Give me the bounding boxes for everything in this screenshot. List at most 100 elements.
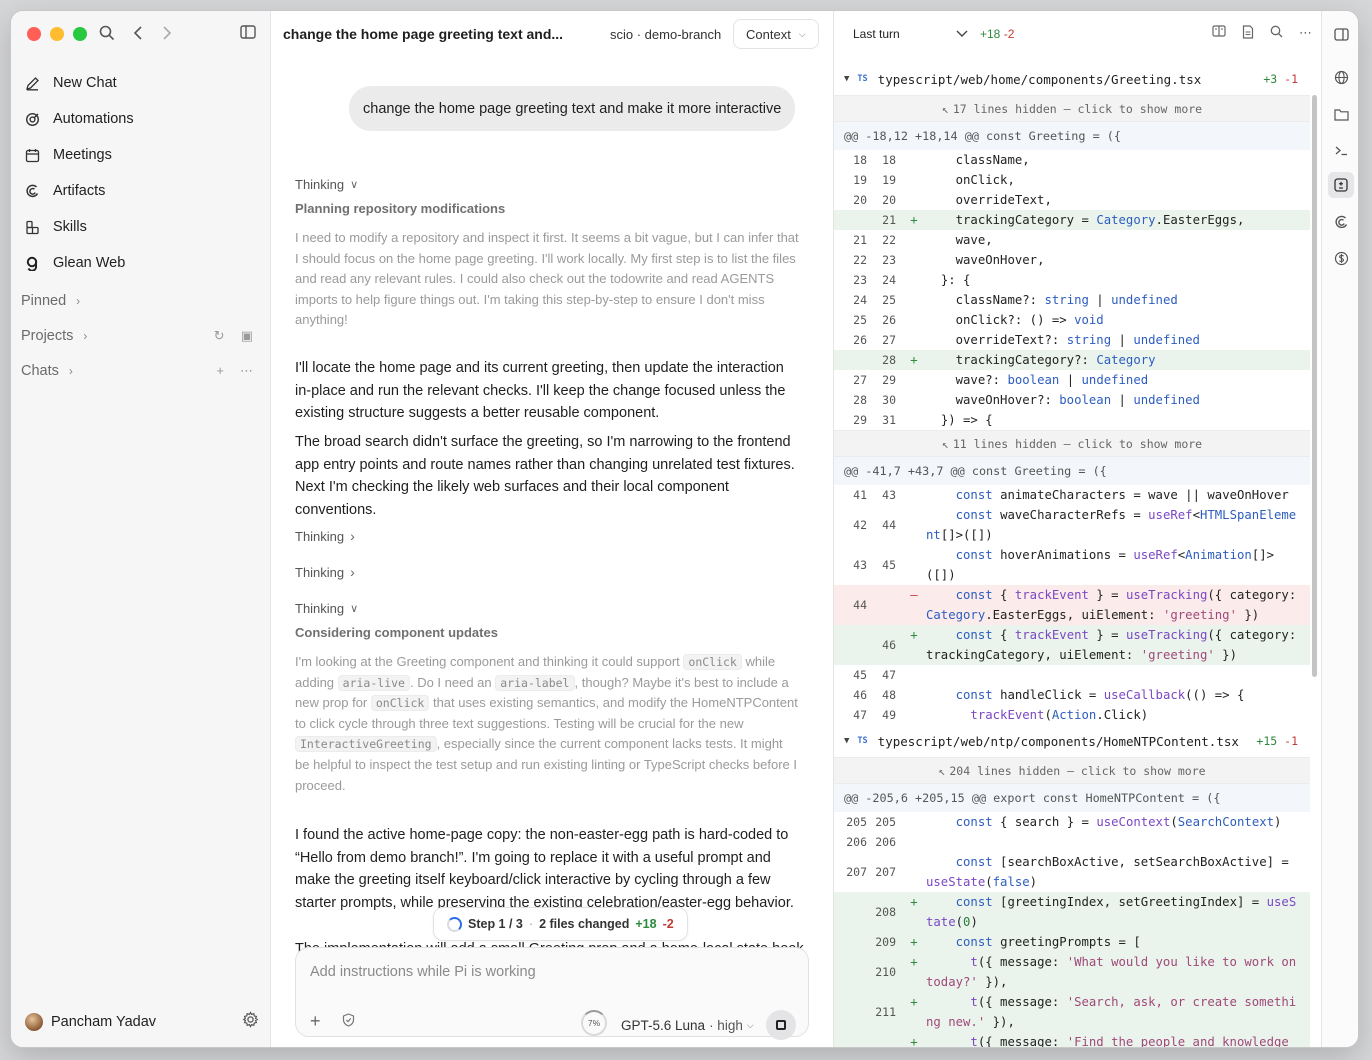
thinking-block: Thinking ›: [295, 564, 800, 580]
lines-removed: -2: [662, 917, 674, 931]
diff-sign: [902, 705, 926, 725]
dollar-icon[interactable]: [1330, 247, 1352, 269]
thinking-label: Thinking: [295, 528, 345, 544]
sidebar-item-artifacts[interactable]: Artifacts: [11, 173, 271, 209]
terminal-icon[interactable]: [1330, 139, 1352, 161]
diff-sign: +: [910, 935, 918, 949]
sidebar-item-new-chat[interactable]: New Chat: [11, 65, 271, 101]
diff-scrollbar[interactable]: [1312, 95, 1317, 677]
files-changed: 2 files changed: [539, 917, 630, 931]
old-line-number: 43: [853, 558, 867, 572]
thinking-block: Thinking ∨ Planning repository modificat…: [295, 177, 800, 331]
automation-icon: [23, 110, 41, 128]
diff-line: 41 43 const animateCharacters = wave || w…: [834, 485, 1310, 505]
old-line-number: 42: [853, 518, 867, 532]
new-line-number: 212: [867, 1042, 896, 1047]
diff-sign: [902, 330, 926, 350]
model-selector[interactable]: GPT-5.6 Luna · high ⌵: [621, 1018, 754, 1033]
stop-button[interactable]: [766, 1010, 796, 1040]
message-input[interactable]: [310, 964, 780, 980]
more-icon[interactable]: ⋯: [240, 363, 253, 379]
toggle-panel-icon[interactable]: [1330, 23, 1352, 45]
sidebar-item-skills[interactable]: Skills: [11, 209, 271, 245]
sidebar-item-label: Glean Web: [53, 255, 126, 271]
toggle-sidebar-icon[interactable]: [240, 25, 256, 44]
diff-sign: [902, 505, 926, 545]
chevron-right-icon: ›: [68, 363, 73, 378]
avatar: [25, 1013, 43, 1031]
sidebar-section-chats[interactable]: Chats › + ⋯: [11, 353, 271, 388]
diff-stats: +18 -2: [980, 27, 1014, 41]
code-text: t({ message: 'Search, ask, or create som…: [926, 995, 1297, 1029]
context-usage-indicator[interactable]: 7%: [581, 1010, 607, 1036]
user-message-text: change the home page greeting text and m…: [363, 100, 782, 117]
artifact-icon: [23, 182, 41, 200]
hidden-lines-expander[interactable]: ↖ 204 lines hidden – click to show more: [834, 757, 1310, 784]
code-text: const greetingPrompts = [: [955, 935, 1141, 949]
hidden-lines-label: 204 lines hidden – click to show more: [949, 763, 1206, 778]
artifact-icon[interactable]: [1330, 211, 1352, 233]
more-icon[interactable]: ⋯: [1299, 25, 1312, 42]
diff-sign: [902, 685, 926, 705]
lines-removed: -1: [1284, 734, 1298, 748]
sidebar-section-projects[interactable]: Projects › ↻ ▣: [11, 318, 271, 353]
diff-scope-select[interactable]: Last turn: [844, 21, 972, 47]
code-text: const { trackEvent } = useTracking({ cat…: [926, 628, 1304, 662]
lines-added: +15: [1256, 734, 1278, 748]
forward-arrow-icon[interactable]: [162, 25, 172, 46]
chevron-right-icon: ›: [350, 528, 355, 544]
close-window-button[interactable]: [27, 27, 41, 41]
user-profile[interactable]: Pancham Yadav: [25, 1011, 259, 1033]
diff-line: 20 20 overrideText,: [834, 190, 1310, 210]
thinking-toggle[interactable]: Thinking ∨: [295, 601, 800, 616]
sidebar-item-glean-web[interactable]: Glean Web: [11, 245, 271, 281]
globe-icon[interactable]: [1330, 66, 1352, 88]
thinking-toggle[interactable]: Thinking ›: [295, 564, 800, 580]
plus-icon[interactable]: +: [310, 1012, 321, 1030]
assistant-message: I'll locate the home page and its curren…: [295, 360, 786, 421]
diff-line: 28 30 waveOnHover?: boolean | undefined: [834, 390, 1310, 410]
minimize-window-button[interactable]: [50, 27, 64, 41]
code-text: const handleClick = useCallback(() => {: [955, 688, 1245, 702]
sidebar-section-pinned[interactable]: Pinned ›: [11, 283, 271, 318]
shield-icon[interactable]: [342, 1013, 355, 1032]
zoom-window-button[interactable]: [73, 27, 87, 41]
file-icon[interactable]: [1242, 25, 1254, 42]
diff-line: 26 27 overrideText?: string | undefined: [834, 330, 1310, 350]
hidden-lines-expander[interactable]: ↖ 17 lines hidden – click to show more: [834, 95, 1310, 122]
back-arrow-icon[interactable]: [133, 25, 143, 46]
progress-status[interactable]: Step 1 / 3 · 2 files changed +18 -2: [433, 907, 688, 941]
hidden-lines-expander[interactable]: ↖ 11 lines hidden – click to show more: [834, 430, 1310, 457]
refresh-icon[interactable]: ↻: [214, 328, 225, 344]
new-folder-icon[interactable]: ▣: [241, 328, 253, 344]
context-button[interactable]: Context ⌵: [733, 19, 819, 49]
thinking-toggle[interactable]: Thinking ∨: [295, 177, 800, 192]
hidden-lines-label: 17 lines hidden – click to show more: [952, 101, 1203, 116]
section-label: Chats: [21, 362, 59, 379]
old-line-number: 25: [853, 313, 867, 327]
search-icon[interactable]: [1270, 25, 1283, 42]
search-icon[interactable]: [99, 25, 115, 46]
split-view-icon[interactable]: [1212, 25, 1226, 42]
diff-file-header[interactable]: ▼ TS typescript/web/home/components/Gree…: [834, 63, 1310, 95]
diff-line: 46 48 const handleClick = useCallback(() …: [834, 685, 1310, 705]
sidebar-item-automations[interactable]: Automations: [11, 101, 271, 137]
new-line-number: 206: [875, 835, 896, 849]
diff-line-added: 208 + const [greetingIndex, setGreetingIn…: [834, 892, 1310, 932]
folder-icon[interactable]: [1330, 103, 1352, 125]
section-label: Pinned: [21, 292, 67, 309]
new-line-number: 20: [882, 193, 896, 207]
diff-icon[interactable]: [1328, 172, 1354, 198]
lines-added: +3: [1263, 72, 1278, 86]
diff-line: 24 25 className?: string | undefined: [834, 290, 1310, 310]
code-text: const [greetingIndex, setGreetingIndex] …: [926, 895, 1297, 929]
gear-icon[interactable]: [242, 1011, 259, 1033]
thinking-toggle[interactable]: Thinking ›: [295, 528, 800, 544]
plus-icon[interactable]: +: [216, 363, 224, 379]
sidebar-item-meetings[interactable]: Meetings: [11, 137, 271, 173]
diff-file-header[interactable]: ▼ TS typescript/web/ntp/components/HomeN…: [834, 725, 1310, 757]
sidebar-nav: New Chat Automations Meetings Artifacts …: [11, 65, 271, 388]
chat-title: change the home page greeting text and..…: [283, 26, 564, 42]
chevron-down-icon: ∨: [350, 603, 359, 615]
